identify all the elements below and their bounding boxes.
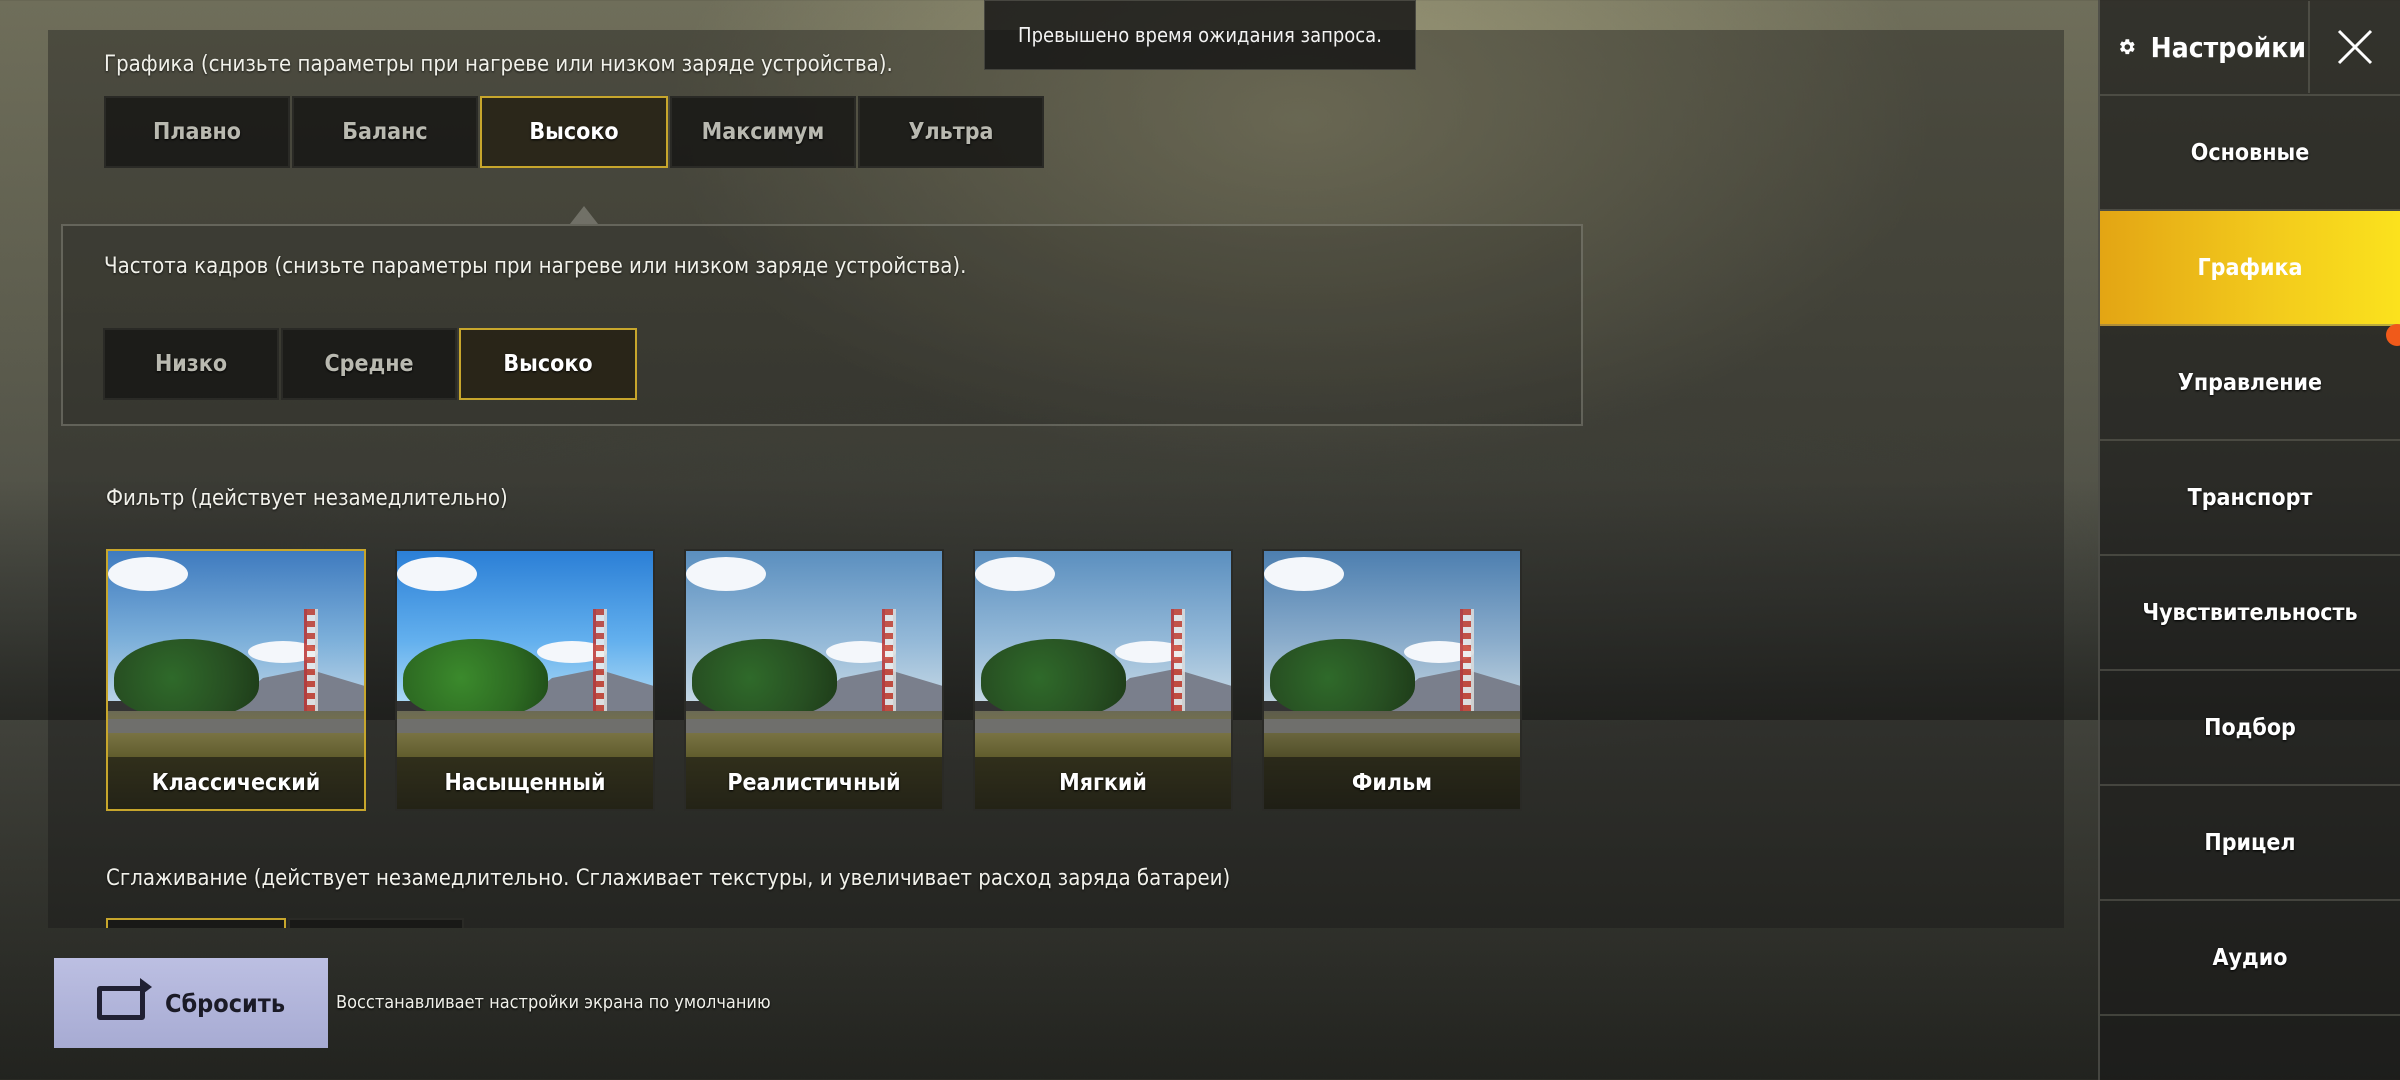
framerate-option-low[interactable]: Низко bbox=[103, 328, 279, 400]
sidebar-item-crosshair[interactable]: Прицел bbox=[2100, 786, 2400, 901]
reset-button-label: Сбросить bbox=[164, 988, 286, 1018]
sidebar-item-audio[interactable]: Аудио bbox=[2100, 901, 2400, 1016]
filter-label-soft: Мягкий bbox=[975, 757, 1231, 809]
reset-icon bbox=[96, 978, 152, 1020]
toast-text: Превышено время ожидания запроса. bbox=[1018, 23, 1382, 47]
graphics-option-high[interactable]: Высоко bbox=[480, 96, 668, 168]
reset-button[interactable]: Сбросить bbox=[54, 958, 328, 1048]
graphics-options: Плавно Баланс Высоко Максимум Ультра bbox=[104, 96, 1044, 168]
graphics-option-ultra[interactable]: Ультра bbox=[858, 96, 1044, 168]
filter-label-realistic: Реалистичный bbox=[686, 757, 942, 809]
filter-card-classic[interactable]: Классический bbox=[106, 549, 366, 811]
sidebar-item-controls[interactable]: Управление bbox=[2100, 326, 2400, 441]
graphics-option-max[interactable]: Максимум bbox=[670, 96, 856, 168]
sidebar-item-basic[interactable]: Основные bbox=[2100, 96, 2400, 211]
sidebar-header: Настройки bbox=[2100, 0, 2400, 96]
close-icon bbox=[2337, 29, 2373, 65]
settings-title: Настройки bbox=[2150, 30, 2306, 64]
antialiasing-option-1[interactable] bbox=[106, 918, 286, 928]
timeout-toast: Превышено время ожидания запроса. bbox=[984, 0, 1416, 70]
submenu-pointer bbox=[570, 206, 598, 224]
antialiasing-label: Сглаживание (действует незамедлительно. … bbox=[106, 866, 1231, 891]
filter-label-vivid: Насыщенный bbox=[397, 757, 653, 809]
sidebar-item-label: Графика bbox=[2197, 254, 2303, 281]
filter-card-realistic[interactable]: Реалистичный bbox=[684, 549, 944, 811]
graphics-option-smooth[interactable]: Плавно bbox=[104, 96, 290, 168]
filter-card-film[interactable]: Фильм bbox=[1262, 549, 1522, 811]
sidebar-item-vehicle[interactable]: Транспорт bbox=[2100, 441, 2400, 556]
filter-options: Классический Насыщенный Реалистичный Мяг… bbox=[106, 549, 1522, 811]
filter-label-classic: Классический bbox=[108, 757, 364, 809]
filter-card-vivid[interactable]: Насыщенный bbox=[395, 549, 655, 811]
framerate-option-medium[interactable]: Средне bbox=[281, 328, 457, 400]
graphics-label: Графика (снизьте параметры при нагреве и… bbox=[104, 52, 893, 77]
filter-label: Фильтр (действует незамедлительно) bbox=[106, 486, 508, 511]
gear-icon bbox=[2120, 39, 2135, 55]
graphics-option-balanced[interactable]: Баланс bbox=[292, 96, 478, 168]
filter-label-film: Фильм bbox=[1264, 757, 1520, 809]
framerate-option-high[interactable]: Высоко bbox=[459, 328, 637, 400]
framerate-label: Частота кадров (снизьте параметры при на… bbox=[104, 254, 967, 279]
antialiasing-options bbox=[106, 918, 464, 928]
filter-card-soft[interactable]: Мягкий bbox=[973, 549, 1233, 811]
close-button[interactable] bbox=[2308, 1, 2400, 93]
sidebar-item-pickup[interactable]: Подбор bbox=[2100, 671, 2400, 786]
reset-hint: Восстанавливает настройки экрана по умол… bbox=[336, 992, 771, 1013]
settings-sidebar: Настройки Основные Графика Управление Тр… bbox=[2098, 0, 2400, 1080]
antialiasing-option-2[interactable] bbox=[288, 918, 464, 928]
sidebar-item-sensitivity[interactable]: Чувствительность bbox=[2100, 556, 2400, 671]
sidebar-item-graphics[interactable]: Графика bbox=[2100, 211, 2400, 346]
framerate-options: Низко Средне Высоко bbox=[103, 328, 637, 400]
